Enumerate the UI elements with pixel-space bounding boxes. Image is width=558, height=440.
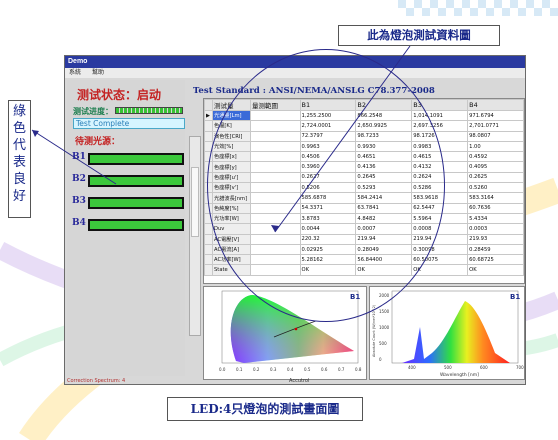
annotation-left: 綠色代表良好 (8, 100, 31, 218)
annotation-top: 此為燈泡測試資料圖 (338, 25, 500, 46)
arrow-line (31, 129, 117, 185)
annotation-bottom: LED:4只燈泡的測試畫面圖 (167, 397, 363, 421)
annotation-left-text: 綠色代表良好 (13, 104, 27, 204)
annotation-arrows (31, 45, 411, 233)
arrow-line (274, 45, 411, 233)
